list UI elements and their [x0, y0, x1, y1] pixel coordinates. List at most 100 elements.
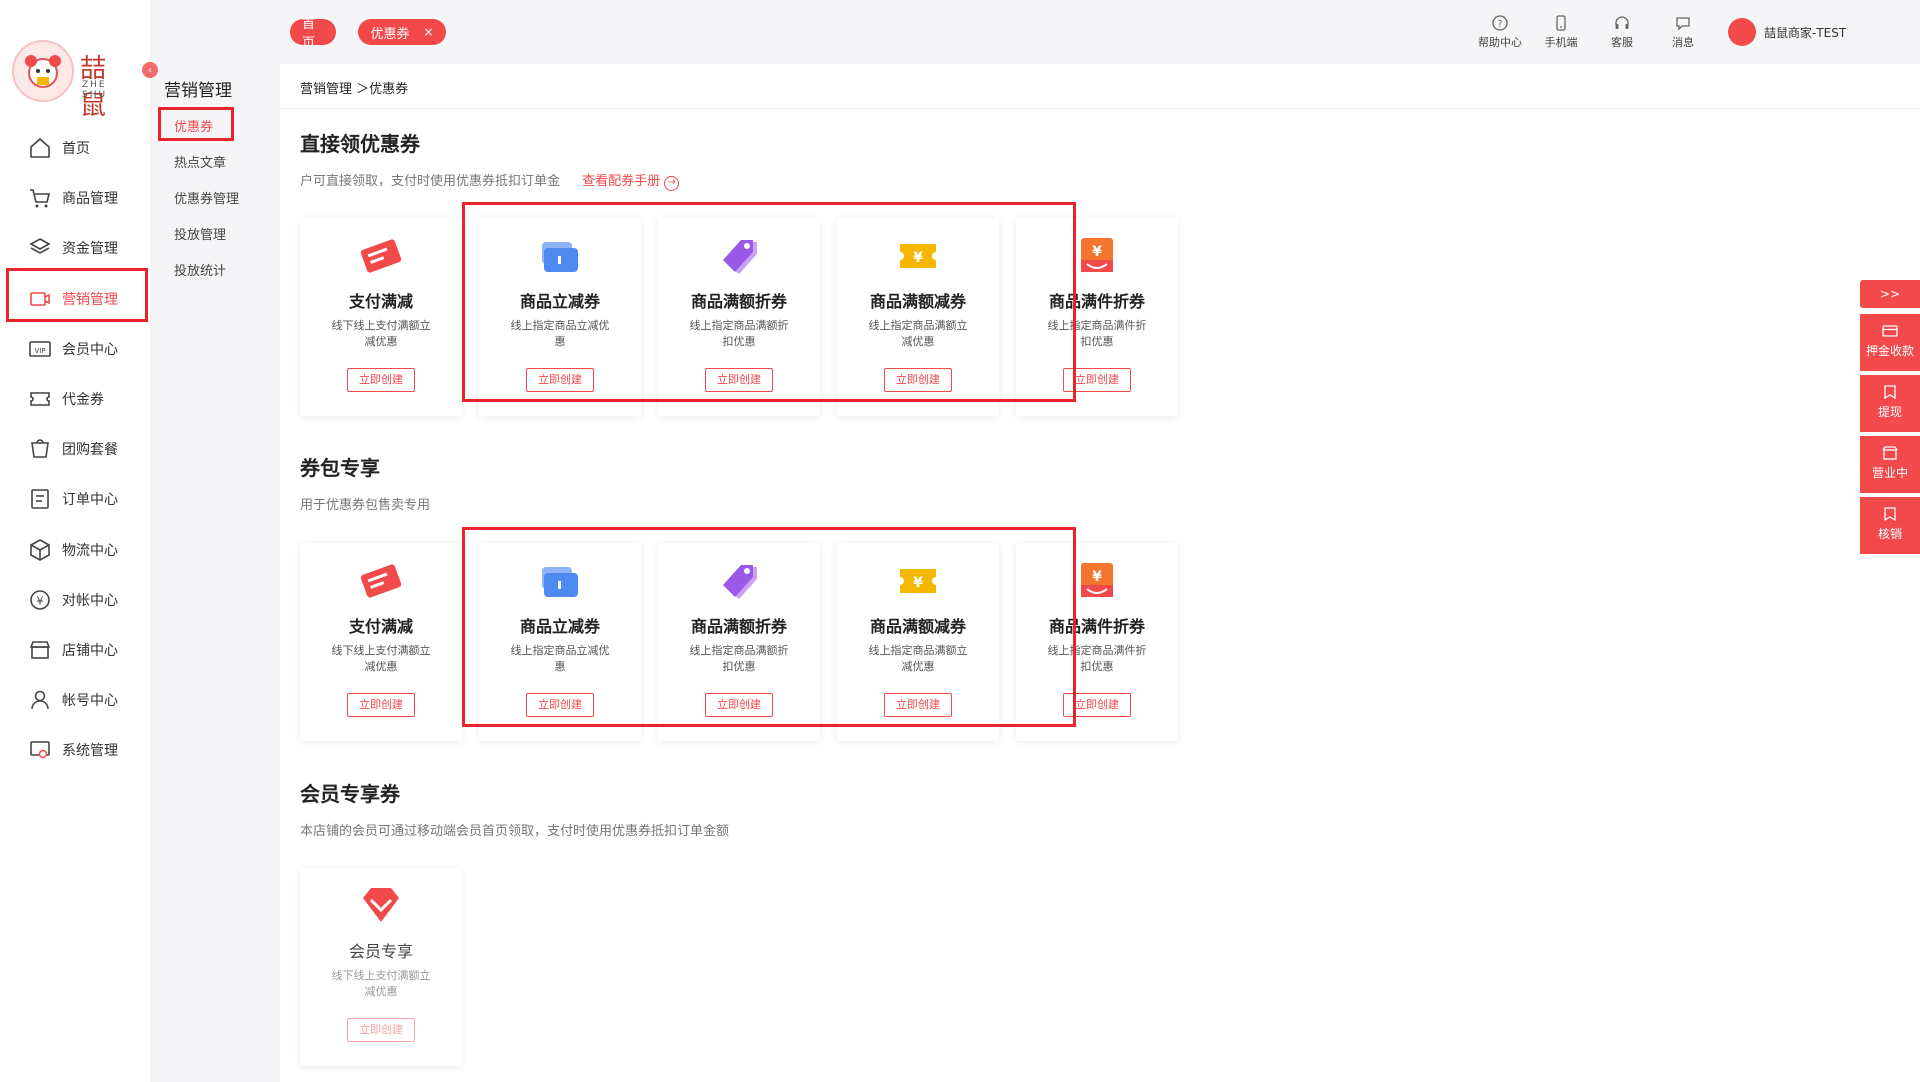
subnav-item-1[interactable]: 热点文章 — [174, 152, 226, 171]
svg-text:¥: ¥ — [37, 594, 44, 607]
headset-icon — [1615, 16, 1629, 29]
sidebar-item-vip[interactable]: VIP 会员中心 — [28, 337, 118, 361]
coupon-card-title: 会员专享 — [348, 942, 413, 961]
right-panel-toggle[interactable]: >> — [1860, 280, 1920, 308]
yen-box-orange-icon: ¥ — [1071, 559, 1123, 603]
subnav-item-3[interactable]: 投放管理 — [174, 224, 226, 243]
arrow-right-icon: → — [664, 176, 680, 191]
coupon-card-desc: 线下线上支付满额立减优惠 — [331, 969, 431, 998]
sidebar-item-box[interactable]: 物流中心 — [28, 538, 118, 562]
yen-box-orange-icon: ¥ — [1071, 234, 1123, 278]
sidebar-item-voucher[interactable]: 代金券 — [28, 387, 104, 411]
sidebar-item-label: 对帐中心 — [62, 592, 118, 609]
sidebar-item-label: 物流中心 — [62, 542, 118, 559]
sidebar-item-label: 代金券 — [62, 392, 104, 408]
avatar — [1728, 18, 1756, 46]
create-now-button[interactable]: 立即创建 — [347, 1018, 415, 1042]
sidebar-item-yen[interactable]: ¥ 对帐中心 — [28, 588, 118, 612]
box-icon — [28, 538, 52, 562]
tab-home-label: 首页 — [302, 17, 316, 51]
settings-icon — [28, 738, 52, 762]
main-content: 营销管理 ＞优惠券 直接领优惠券 户可直接领取，支付时使用优惠券抵扣订单金 查看… — [280, 64, 1920, 1082]
create-now-button[interactable]: 立即创建 — [347, 693, 415, 717]
bookmark-icon — [1884, 385, 1896, 399]
section-package-desc: 用于优惠券包售卖专用 — [300, 498, 431, 513]
withdraw-label: 提现 — [1877, 405, 1902, 419]
mobile-label: 手机端 — [1544, 36, 1578, 49]
ticket-red-icon — [355, 234, 407, 278]
section-direct-desc-text: 户可直接领取，支付时使用优惠券抵扣订单金 — [300, 174, 561, 189]
nav-active-highlight — [6, 268, 148, 322]
tab-home[interactable]: 首页 — [290, 17, 336, 51]
svg-text:?: ? — [1498, 20, 1503, 30]
diamond-red-icon — [355, 884, 407, 928]
store-icon — [28, 638, 52, 662]
close-icon[interactable]: × — [423, 25, 433, 39]
layers-icon — [28, 236, 52, 260]
customer-service-button[interactable]: 客服 — [1594, 14, 1650, 50]
sidebar-item-settings[interactable]: 系统管理 — [28, 738, 118, 762]
group-buy-icon — [28, 437, 52, 461]
subnav-active-highlight — [158, 107, 234, 141]
view-manual-label: 查看配券手册 — [582, 174, 661, 189]
bookmark-icon — [1884, 507, 1896, 521]
view-manual-link[interactable]: 查看配券手册 → — [582, 174, 680, 191]
create-now-button[interactable]: 立即创建 — [347, 368, 415, 392]
logo-mascot-icon — [12, 40, 74, 102]
section-member-title: 会员专享券 — [300, 782, 400, 806]
section-package-title: 券包专享 — [300, 456, 380, 480]
tab-coupon[interactable]: 优惠券 × — [358, 19, 446, 45]
sidebar-item-label: 团购套餐 — [62, 442, 118, 459]
chevron-left-icon: ‹ — [148, 64, 152, 76]
subnav-item-4[interactable]: 投放统计 — [174, 260, 226, 279]
vip-icon: VIP — [28, 337, 52, 361]
help-center-button[interactable]: ? 帮助中心 — [1472, 14, 1528, 50]
business-status-label: 营业中 — [1871, 466, 1908, 480]
coupon-card-desc: 线下线上支付满额立减优惠 — [331, 644, 431, 673]
cart-icon — [28, 186, 52, 210]
deposit-collect-button[interactable]: 押金收款 — [1860, 314, 1920, 372]
brand-name-en: ZHE SHU — [82, 80, 108, 100]
sidebar-item-label: 系统管理 — [62, 743, 118, 760]
tab-coupon-label: 优惠券 — [370, 26, 410, 42]
coupon-card: 支付满减线下线上支付满额立减优惠立即创建 — [300, 543, 462, 741]
card-icon — [1882, 325, 1898, 337]
sidebar-item-label: 首页 — [62, 141, 90, 157]
customer-service-label: 客服 — [1611, 36, 1633, 49]
sidebar-item-label: 订单中心 — [62, 492, 118, 509]
collapse-sidebar-button[interactable]: ‹ — [142, 62, 158, 78]
coupon-card-desc: 线下线上支付满额立减优惠 — [331, 319, 431, 348]
help-center-label: 帮助中心 — [1478, 36, 1522, 49]
svg-text:¥: ¥ — [1092, 569, 1102, 585]
withdraw-button[interactable]: 提现 — [1860, 375, 1920, 433]
coupon-card-title: 支付满减 — [348, 617, 413, 636]
sidebar-item-cart[interactable]: 商品管理 — [28, 186, 118, 210]
voucher-icon — [28, 387, 52, 411]
section-member-desc: 本店铺的会员可通过移动端会员首页领取，支付时使用优惠券抵扣订单金额 — [300, 824, 730, 839]
mobile-button[interactable]: 手机端 — [1533, 14, 1589, 50]
secondary-sidebar: 营销管理 优惠券 热点文章 优惠券管理 投放管理 投放统计 — [150, 0, 280, 1082]
deposit-collect-label: 押金收款 — [1865, 344, 1914, 358]
breadcrumb: 营销管理 ＞优惠券 — [300, 82, 409, 97]
sidebar-item-home[interactable]: 首页 — [28, 136, 90, 160]
verify-label: 核销 — [1877, 527, 1902, 541]
sidebar-item-group-buy[interactable]: 团购套餐 — [28, 437, 118, 461]
sidebar-item-layers[interactable]: 资金管理 — [28, 236, 118, 260]
coupon-card: 会员专享线下线上支付满额立减优惠立即创建 — [300, 868, 462, 1066]
shop-icon — [1882, 446, 1898, 460]
user-menu[interactable]: 喆鼠商家-TEST — [1728, 18, 1846, 46]
sidebar-item-store[interactable]: 店铺中心 — [28, 638, 118, 662]
sidebar-item-label: 资金管理 — [62, 241, 118, 258]
business-status-button[interactable]: 营业中 — [1860, 436, 1920, 494]
brand-logo[interactable]: 喆鼠 ZHE SHU — [12, 40, 132, 121]
verify-button[interactable]: 核销 — [1860, 497, 1920, 555]
messages-button[interactable]: 消息 — [1655, 14, 1711, 50]
sidebar-item-label: 帐号中心 — [62, 693, 118, 710]
highlight-box-direct — [462, 202, 1076, 402]
sidebar-item-order[interactable]: 订单中心 — [28, 487, 118, 511]
sidebar-item-user[interactable]: 帐号中心 — [28, 688, 118, 712]
chat-bubble-icon — [1676, 17, 1690, 31]
subnav-item-2[interactable]: 优惠券管理 — [174, 188, 239, 207]
highlight-box-package — [462, 527, 1076, 727]
coupon-card-title: 支付满减 — [348, 292, 413, 311]
